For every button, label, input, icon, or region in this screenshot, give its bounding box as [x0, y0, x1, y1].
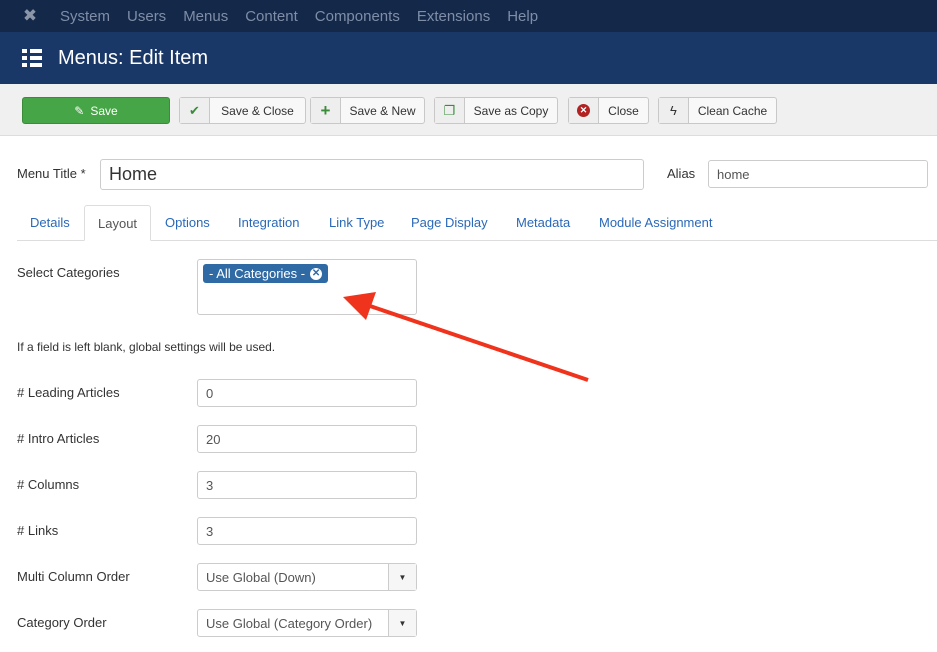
annotation-arrow [343, 292, 589, 382]
